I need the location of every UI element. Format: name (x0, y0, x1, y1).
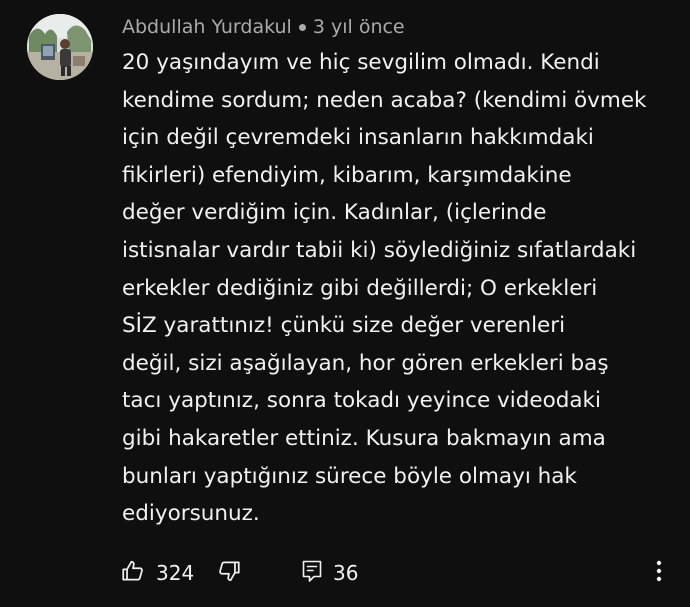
dislike-button[interactable] (216, 559, 242, 587)
comment-text-line: tacı yaptınız, sonra tokadı yeyince vide… (122, 388, 601, 414)
comment-text: 20 yaşındayım ve hiç sevgilim olmadı. Ke… (122, 44, 682, 533)
comment-header: Abdullah Yurdakul 3 yıl önce (122, 14, 405, 40)
avatar-photo (27, 14, 93, 80)
more-options-button[interactable] (648, 559, 670, 587)
comment-text-line: bunları yaptığınız sürece böyle olmayı h… (122, 463, 577, 489)
comment-text-line: erkekler dediğiniz gibi değillerdi; O er… (122, 275, 598, 301)
comment-text-line: istisnalar vardır tabii ki) söylediğiniz… (122, 237, 637, 263)
vertical-dots-icon (656, 560, 662, 586)
separator-dot (298, 23, 306, 31)
comment-text-line: 20 yaşındayım ve hiç sevgilim olmadı. Ke… (122, 50, 600, 75)
comment-text-line: kendime sordum; neden acaba? (kendimi öv… (122, 87, 647, 113)
comment-icon (300, 558, 324, 588)
comment-text-line: gibi hakaretler ettiniz. Kusura bakmayın… (122, 425, 606, 451)
author-name[interactable]: Abdullah Yurdakul (122, 16, 292, 38)
avatar[interactable] (27, 14, 93, 80)
comment-text-line: değil, sizi aşağılayan, hor gören erkekl… (122, 350, 609, 376)
comment-text-line: ediyorsunuz. (122, 501, 260, 527)
timestamp[interactable]: 3 yıl önce (313, 16, 405, 38)
comment-thread: Abdullah Yurdakul 3 yıl önce 20 yaşınday… (0, 0, 690, 607)
reply-count: 36 (333, 561, 359, 585)
thumbs-up-icon (120, 558, 146, 588)
thumbs-down-icon (216, 558, 242, 588)
comment-text-line: değer verdiğim için. Kadınlar, (içlerind… (122, 200, 547, 226)
comment-actions: 324 36 (0, 555, 690, 591)
comment-text-line: fikirleri) efendiyim, kibarım, karşımdak… (122, 162, 572, 188)
like-button[interactable]: 324 (120, 559, 194, 587)
like-count: 324 (156, 561, 195, 585)
reply-button[interactable]: 36 (300, 559, 358, 587)
comment-text-line: SİZ yarattınız! çünkü size değer verenle… (122, 313, 566, 339)
comment-text-line: için değil çevremdeki insanların hakkımd… (122, 125, 594, 151)
